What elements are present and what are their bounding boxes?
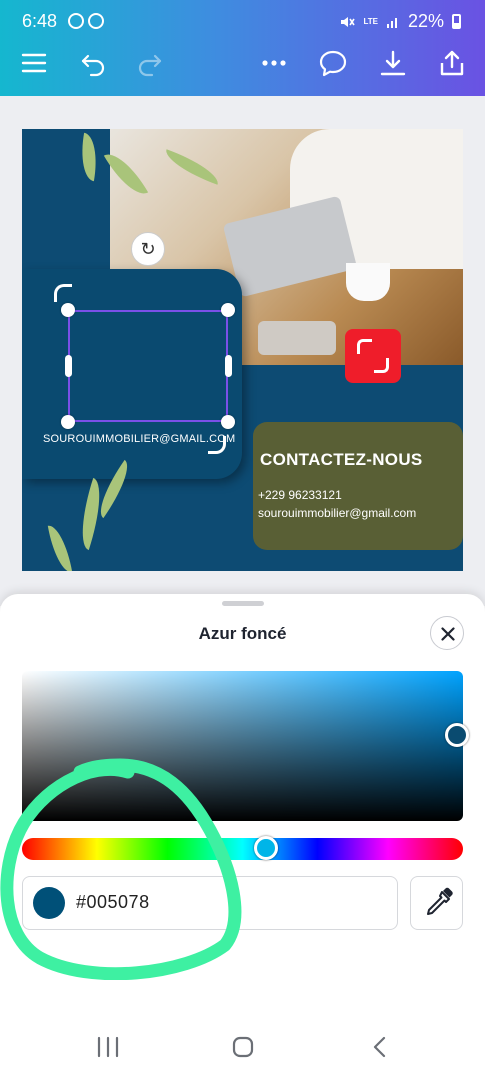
recent-apps-icon[interactable]: [96, 1036, 120, 1058]
red-frame-badge[interactable]: [345, 329, 401, 383]
contact-box[interactable]: CONTACTEZ-NOUS +229 96233121 sourouimmob…: [253, 422, 463, 550]
redo-icon[interactable]: [135, 48, 165, 78]
system-navigation-bar: [0, 1010, 485, 1080]
close-icon: [441, 627, 455, 641]
hue-slider-thumb[interactable]: [254, 836, 278, 860]
resize-handle-left[interactable]: [65, 355, 72, 377]
leaf-decoration: [76, 132, 102, 182]
email-caps-text[interactable]: SOUROUIMMOBILIER@GMAIL.COM: [43, 433, 235, 445]
status-bar: 6:48 LTE 22%: [0, 0, 485, 42]
resize-handle-right[interactable]: [225, 355, 232, 377]
eyedropper-icon: [427, 887, 453, 915]
mute-icon: [341, 16, 356, 27]
resize-handle-bottom-left[interactable]: [61, 415, 75, 429]
menu-icon[interactable]: [19, 48, 49, 78]
selection-box[interactable]: [68, 310, 228, 422]
more-icon[interactable]: [259, 48, 289, 78]
color-swatch: [33, 887, 65, 919]
hex-color-input[interactable]: #005078: [22, 876, 398, 930]
status-time: 6:48: [22, 11, 58, 31]
top-app-bar: 6:48 LTE 22%: [0, 0, 485, 96]
download-icon[interactable]: [378, 48, 408, 78]
saturation-brightness-picker[interactable]: [22, 671, 469, 821]
undo-icon[interactable]: [78, 48, 108, 78]
leaf-decoration: [47, 522, 73, 571]
network-type: LTE: [363, 16, 378, 26]
share-icon[interactable]: [437, 48, 467, 78]
back-icon[interactable]: [370, 1035, 390, 1059]
contact-email: sourouimmobilier@gmail.com: [258, 506, 417, 520]
frame-bracket: [54, 284, 72, 302]
saturation-thumb[interactable]: [445, 723, 469, 747]
eyedropper-button[interactable]: [410, 876, 463, 930]
comment-icon[interactable]: [318, 48, 348, 78]
color-name-title: Azur foncé: [198, 624, 287, 643]
color-picker-sheet: Azur foncé #005078: [0, 594, 485, 1080]
close-button[interactable]: [430, 616, 464, 650]
whatsapp-icon: [88, 13, 104, 29]
hex-value[interactable]: #005078: [76, 892, 150, 913]
home-icon[interactable]: [231, 1035, 255, 1059]
contact-phone: +229 96233121: [258, 488, 342, 502]
battery-percent: 22%: [407, 11, 444, 31]
resize-handle-bottom-right[interactable]: [221, 415, 235, 429]
signal-icon: [386, 17, 397, 28]
rotate-icon[interactable]: ↻: [131, 232, 165, 266]
hue-slider[interactable]: [22, 836, 463, 860]
resize-handle-top-left[interactable]: [61, 303, 75, 317]
whatsapp-icon: [68, 13, 84, 29]
resize-handle-top-right[interactable]: [221, 303, 235, 317]
contact-title: CONTACTEZ-NOUS: [260, 450, 423, 469]
sheet-grabber[interactable]: [222, 601, 264, 606]
battery-icon: [452, 14, 461, 29]
